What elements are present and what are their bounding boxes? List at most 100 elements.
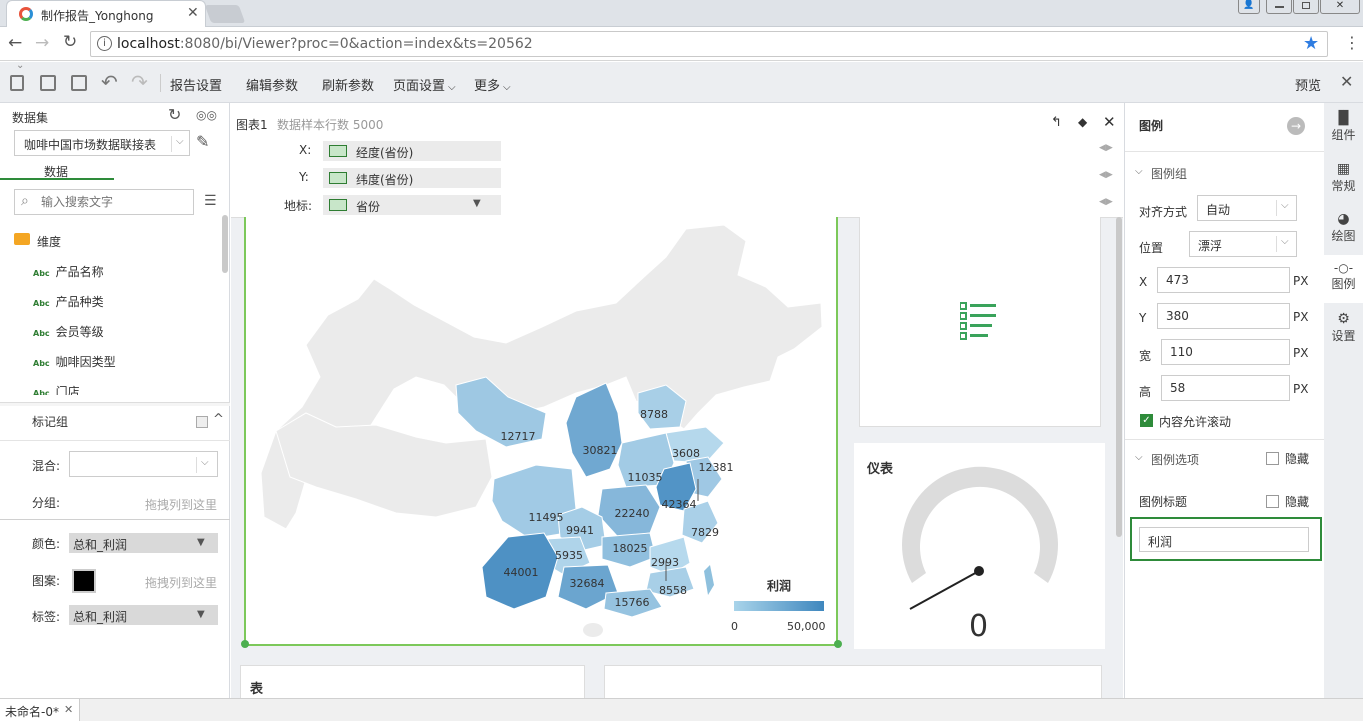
arrow-right-icon[interactable]: →: [1287, 117, 1305, 135]
map-chart-card[interactable]: 8788 12717 30821 3608 12381 11035 42364 11495 22…: [241, 217, 842, 648]
restore-button[interactable]: [1293, 0, 1319, 14]
browser-tab[interactable]: 制作报告_Yonghong ✕: [6, 0, 206, 27]
close-icon[interactable]: ✕: [1340, 72, 1353, 91]
group-drop-zone[interactable]: 拖拽列到这里: [145, 496, 217, 513]
x-binding-chip[interactable]: 经度(省份): [323, 141, 501, 161]
close-icon[interactable]: ✕: [64, 703, 73, 716]
dimension-folder[interactable]: 维度: [37, 233, 61, 250]
tab-general[interactable]: ▦ 常规: [1324, 161, 1363, 194]
map-region-value-label: 11495: [529, 511, 564, 524]
close-window-button[interactable]: ✕: [1320, 0, 1360, 14]
tab-label: 绘图: [1331, 229, 1356, 243]
legend-title-hide-checkbox[interactable]: [1266, 495, 1279, 508]
geo-binding-chip[interactable]: 省份 ▼: [323, 195, 501, 215]
document-tab[interactable]: 未命名-0* ✕: [0, 699, 80, 721]
y-binding-chip[interactable]: 纬度(省份): [323, 168, 501, 188]
report-canvas: 图表1 数据样本行数 5000 ↰ ◆ ✕ X: 经度(省份) ◀▶ Y: 纬度…: [231, 103, 1123, 705]
close-chart-icon[interactable]: ✕: [1103, 113, 1116, 131]
x-input[interactable]: 473: [1157, 267, 1290, 293]
map-region-value-label: 44001: [504, 566, 539, 579]
chevron-down-icon: ⌵: [448, 82, 456, 93]
label-field-chip[interactable]: 总和_利润 ▼: [69, 605, 218, 625]
tab-settings[interactable]: ⚙ 设置: [1324, 311, 1363, 344]
x-value: 473: [1166, 273, 1189, 287]
tab-legend[interactable]: -○- 图例: [1324, 255, 1363, 303]
report-settings-button[interactable]: 报告设置: [170, 75, 222, 94]
row-scroll-icon[interactable]: ◀▶: [1099, 197, 1113, 207]
page-settings-menu[interactable]: 页面设置 ⌵: [393, 75, 456, 94]
swap-icon[interactable]: ↰: [1051, 115, 1062, 130]
field-scrollbar[interactable]: [222, 215, 228, 273]
abc-type-icon: Abc: [33, 359, 50, 368]
field-item[interactable]: Abc 会员等级: [33, 323, 104, 340]
map-region-value-label: 12381: [699, 461, 734, 474]
row-scroll-icon[interactable]: ◀▶: [1099, 143, 1113, 153]
link-icon[interactable]: ◎◎: [196, 108, 217, 122]
info-icon[interactable]: i: [97, 36, 112, 51]
chevron-up-icon[interactable]: ^: [213, 412, 224, 427]
address-bar: ← → ↻ i localhost:8080/bi/Viewer?proc=0&…: [0, 27, 1363, 61]
search-box[interactable]: ⌕: [14, 189, 194, 215]
x-unit: PX: [1293, 274, 1309, 288]
legend-title-input[interactable]: 利润: [1139, 527, 1309, 552]
collapse-icon[interactable]: ⌄: [16, 60, 24, 71]
row-scroll-icon[interactable]: ◀▶: [1099, 170, 1113, 180]
field-item[interactable]: Abc 咖啡因类型: [33, 353, 116, 370]
field-item[interactable]: Abc 产品种类: [33, 293, 104, 310]
gauge-card[interactable]: 仪表 0: [854, 443, 1105, 649]
undo-icon[interactable]: ↶: [101, 70, 118, 94]
refresh-params-button[interactable]: 刷新参数: [322, 75, 374, 94]
mix-select[interactable]: ⌵: [69, 451, 218, 477]
resize-handle[interactable]: [834, 640, 842, 648]
field-item[interactable]: Abc 门店: [33, 383, 80, 395]
scroll-checkbox[interactable]: ✓: [1140, 414, 1153, 427]
color-field-chip[interactable]: 总和_利润 ▼: [69, 533, 218, 553]
preview-button[interactable]: 预览: [1295, 75, 1321, 94]
map-province-region[interactable]: [565, 382, 623, 478]
dataset-select[interactable]: 咖啡中国市场数据联接表 ⌵: [14, 130, 190, 156]
minimize-button[interactable]: [1266, 0, 1292, 14]
user-icon[interactable]: 👤: [1238, 0, 1260, 14]
chevron-down-icon[interactable]: ⌵: [1135, 452, 1143, 463]
property-scrollbar[interactable]: [1116, 233, 1122, 533]
tab-close-icon[interactable]: ✕: [187, 5, 199, 21]
gauge-value: 0: [969, 609, 989, 644]
edit-icon[interactable]: ✎: [196, 132, 209, 151]
tab-components[interactable]: ▐▌ 组件: [1324, 111, 1363, 143]
width-input[interactable]: 110: [1161, 339, 1290, 365]
resize-handle[interactable]: [241, 640, 249, 648]
eraser-icon[interactable]: ◆: [1078, 115, 1087, 129]
more-menu[interactable]: 更多 ⌵: [474, 75, 511, 94]
legend-hide-checkbox[interactable]: [1266, 452, 1279, 465]
list-menu-icon[interactable]: ☰: [204, 193, 217, 209]
tab-draw[interactable]: ◕ 绘图: [1324, 211, 1363, 244]
url-field[interactable]: i localhost:8080/bi/Viewer?proc=0&action…: [90, 31, 1328, 57]
new-tab-button[interactable]: [204, 5, 246, 23]
save-icon[interactable]: [40, 75, 56, 91]
reload-icon[interactable]: ↻: [63, 32, 77, 52]
search-input[interactable]: [41, 193, 189, 211]
edit-params-button[interactable]: 编辑参数: [246, 75, 298, 94]
pattern-drop-zone[interactable]: 拖拽列到这里: [145, 574, 217, 591]
panel-splitter[interactable]: [0, 402, 230, 406]
map-region-value-label: 11035: [628, 471, 663, 484]
tab-label: 设置: [1331, 329, 1356, 343]
marks-settings-icon[interactable]: [196, 416, 208, 428]
chevron-down-icon[interactable]: ⌵: [1135, 166, 1143, 177]
new-report-icon[interactable]: [10, 75, 24, 91]
y-input[interactable]: 380: [1157, 303, 1290, 329]
position-select[interactable]: 漂浮 ⌵: [1189, 231, 1297, 257]
back-icon[interactable]: ←: [8, 33, 22, 53]
map-region-value-label: 18025: [613, 542, 648, 555]
align-select[interactable]: 自动 ⌵: [1197, 195, 1297, 221]
redo-icon[interactable]: ↷: [131, 70, 148, 94]
height-input[interactable]: 58: [1161, 375, 1290, 401]
field-item[interactable]: Abc 产品名称: [33, 263, 104, 280]
pattern-swatch[interactable]: [72, 569, 96, 593]
bookmark-star-icon[interactable]: ★: [1303, 33, 1319, 54]
legend-card[interactable]: [859, 217, 1101, 427]
forward-icon[interactable]: →: [35, 33, 49, 53]
menu-kebab-icon[interactable]: ⋮: [1344, 33, 1360, 52]
refresh-icon[interactable]: ↻: [168, 105, 181, 124]
save-as-icon[interactable]: [71, 75, 87, 91]
